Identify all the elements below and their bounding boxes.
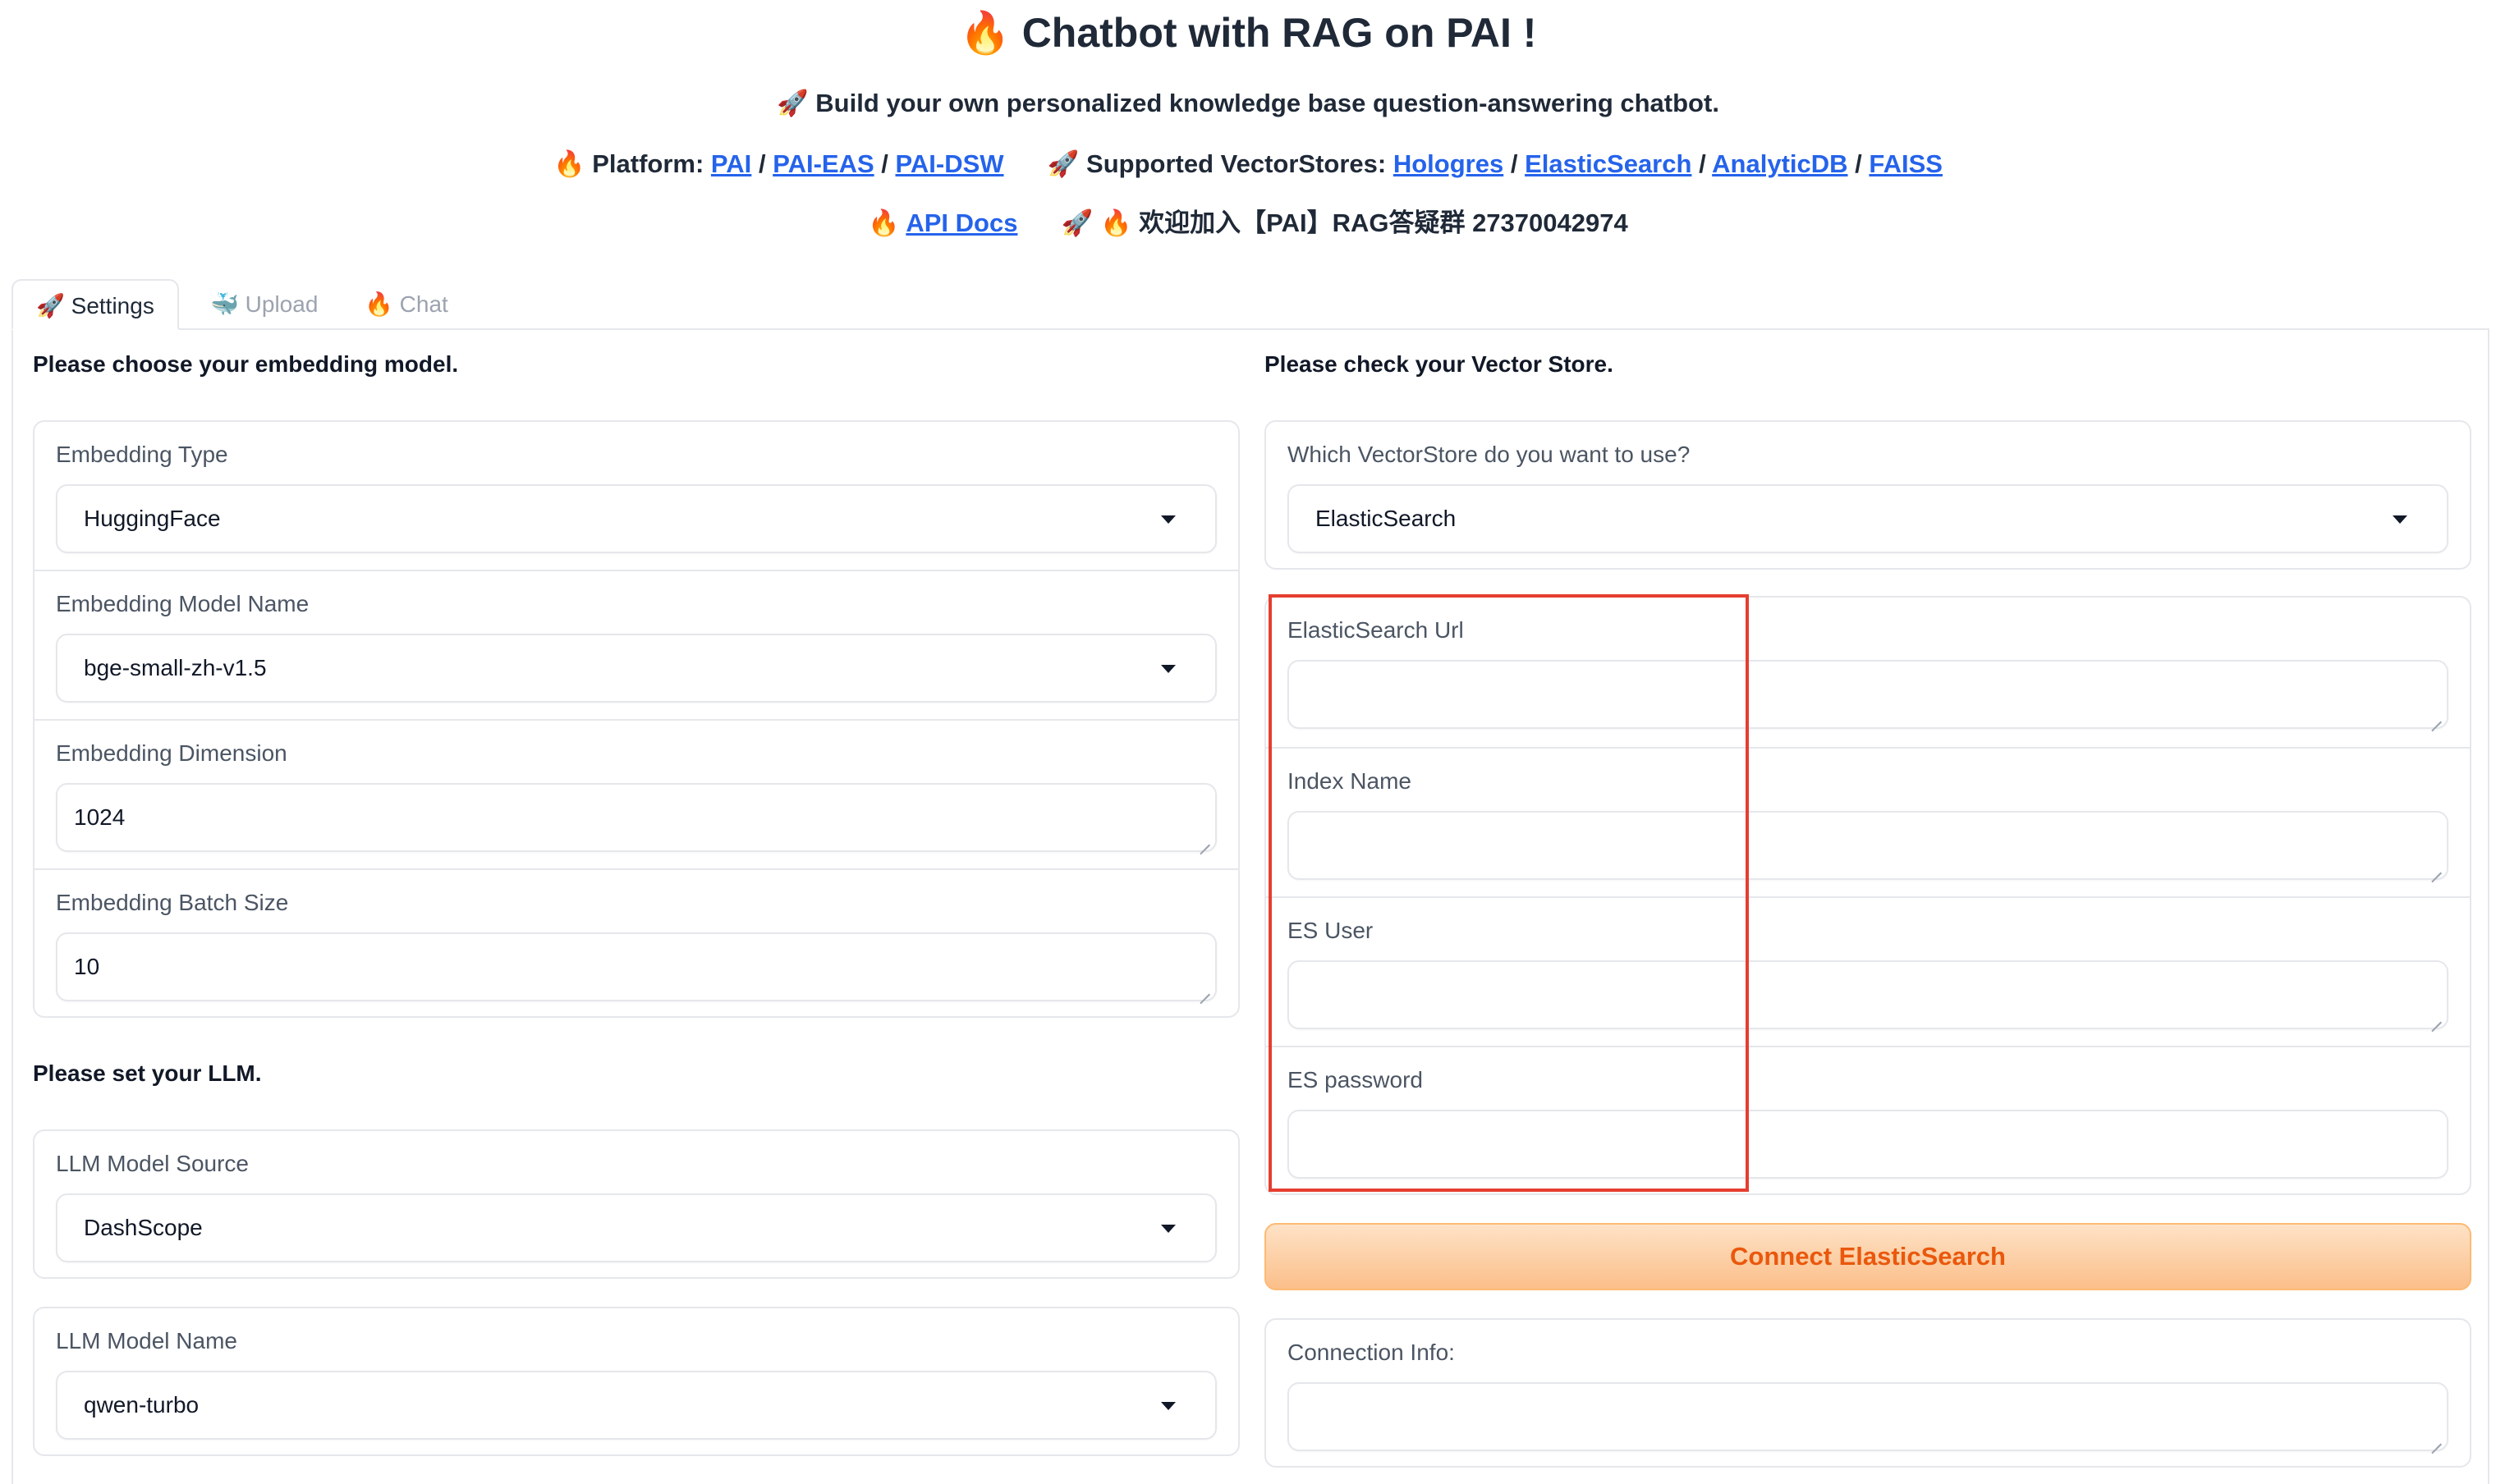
chevron-down-icon <box>2393 515 2407 524</box>
connection-info-output[interactable] <box>1287 1382 2448 1451</box>
embedding-model-select[interactable]: bge-small-zh-v1.5 <box>56 634 1217 703</box>
group-text: 欢迎加入【PAI】RAG答疑群 27370042974 <box>1139 208 1628 237</box>
es-user-label: ES User <box>1287 918 1374 943</box>
llm-name-card: LLM Model Name qwen-turbo <box>33 1307 1240 1456</box>
embedding-type-select[interactable]: HuggingFace <box>56 484 1217 553</box>
elasticsearch-card: ElasticSearch Url Index Name ES User ES … <box>1264 596 2471 1195</box>
llm-name-label: LLM Model Name <box>56 1328 237 1353</box>
tab-upload[interactable]: 🐳 Upload <box>187 279 341 330</box>
embedding-dim-block: Embedding Dimension 1024 <box>34 719 1238 868</box>
link-elasticsearch[interactable]: ElasticSearch <box>1525 149 1691 178</box>
tab-label: Settings <box>71 293 154 318</box>
embedding-dim-input[interactable]: 1024 <box>56 783 1217 852</box>
links-row-1: 🔥 Platform: PAI / PAI-EAS / PAI-DSW 🚀 Su… <box>0 146 2496 182</box>
separator: / <box>1510 149 1518 178</box>
separator: / <box>758 149 766 178</box>
page-title: 🔥 Chatbot with RAG on PAI ! <box>0 7 2496 59</box>
index-name-label: Index Name <box>1287 768 1411 794</box>
embedding-model-value: bge-small-zh-v1.5 <box>84 655 267 680</box>
es-url-block: ElasticSearch Url <box>1266 598 2470 747</box>
embedding-model-label: Embedding Model Name <box>56 591 310 616</box>
separator: / <box>1855 149 1862 178</box>
llm-name-value: qwen-turbo <box>84 1392 200 1418</box>
link-analyticdb[interactable]: AnalyticDB <box>1712 149 1847 178</box>
tab-chat[interactable]: 🔥 Chat <box>342 279 471 330</box>
link-pai-eas[interactable]: PAI-EAS <box>773 149 874 178</box>
embedding-dim-value: 1024 <box>74 804 126 830</box>
llm-name-select[interactable]: qwen-turbo <box>56 1371 1217 1440</box>
resize-handle-icon[interactable] <box>2430 711 2442 722</box>
llm-heading: Please set your LLM. <box>33 1060 262 1086</box>
resize-handle-icon[interactable] <box>2430 1433 2442 1445</box>
fire-icon: 🔥 <box>1099 208 1132 238</box>
chevron-down-icon <box>1161 665 1176 673</box>
embedding-dim-label: Embedding Dimension <box>56 740 287 766</box>
connection-info-label: Connection Info: <box>1287 1340 1455 1365</box>
vectorstore-value: ElasticSearch <box>1315 506 1457 531</box>
es-password-label: ES password <box>1287 1067 1423 1092</box>
resize-handle-icon[interactable] <box>2430 862 2442 873</box>
subtitle-text: Build your own personalized knowledge ba… <box>815 89 1719 117</box>
tab-settings[interactable]: 🚀 Settings <box>11 279 179 330</box>
embedding-model-block: Embedding Model Name bge-small-zh-v1.5 <box>34 570 1238 719</box>
embedding-type-value: HuggingFace <box>84 506 221 531</box>
rocket-icon: 🚀 <box>1047 149 1080 179</box>
es-password-input[interactable] <box>1287 1110 2448 1179</box>
resize-handle-icon[interactable] <box>2430 1011 2442 1023</box>
fire-icon: 🔥 <box>868 208 900 238</box>
title-text: Chatbot with RAG on PAI ! <box>1021 10 1537 56</box>
llm-source-card: LLM Model Source DashScope <box>33 1129 1240 1279</box>
es-url-input[interactable] <box>1287 660 2448 729</box>
tab-bar: 🚀 Settings 🐳 Upload 🔥 Chat <box>11 279 2489 330</box>
es-url-label: ElasticSearch Url <box>1287 617 1464 643</box>
resize-handle-icon[interactable] <box>1199 983 1210 995</box>
vectorstore-heading: Please check your Vector Store. <box>1264 351 1613 377</box>
vectorstore-label: Which VectorStore do you want to use? <box>1287 442 1691 467</box>
link-api-docs[interactable]: API Docs <box>906 208 1017 237</box>
embedding-batch-label: Embedding Batch Size <box>56 890 289 915</box>
fire-icon: 🔥 <box>553 149 585 179</box>
embedding-card: Embedding Type HuggingFace Embedding Mod… <box>33 420 1240 1018</box>
llm-source-label: LLM Model Source <box>56 1151 250 1176</box>
whale-icon: 🐳 <box>210 291 239 318</box>
platform-label: Platform: <box>592 149 704 178</box>
rocket-icon: 🚀 <box>36 292 65 319</box>
embedding-batch-input[interactable]: 10 <box>56 932 1217 1001</box>
embedding-heading: Please choose your embedding model. <box>33 351 459 377</box>
chevron-down-icon <box>1161 515 1176 524</box>
index-name-block: Index Name <box>1266 747 2470 896</box>
rocket-icon: 🚀 <box>777 89 809 118</box>
tab-label: Upload <box>245 291 319 317</box>
link-pai-dsw[interactable]: PAI-DSW <box>896 149 1004 178</box>
rocket-icon: 🚀 <box>1061 208 1094 238</box>
es-user-input[interactable] <box>1287 960 2448 1029</box>
embedding-type-label: Embedding Type <box>56 442 228 467</box>
connection-info-card: Connection Info: <box>1264 1318 2471 1468</box>
fire-icon: 🔥 <box>365 291 393 318</box>
es-user-block: ES User <box>1266 896 2470 1046</box>
tab-label: Chat <box>399 291 448 317</box>
vectorstore-select[interactable]: ElasticSearch <box>1287 484 2448 553</box>
connect-elasticsearch-button[interactable]: Connect ElasticSearch <box>1264 1223 2471 1290</box>
vectorstores-label: Supported VectorStores: <box>1086 149 1387 178</box>
link-faiss[interactable]: FAISS <box>1869 149 1943 178</box>
embedding-batch-block: Embedding Batch Size 10 <box>34 868 1238 1018</box>
embedding-batch-value: 10 <box>74 954 100 979</box>
resize-handle-icon[interactable] <box>1199 834 1210 845</box>
es-password-block: ES password <box>1266 1046 2470 1195</box>
fire-icon: 🔥 <box>959 9 1011 57</box>
index-name-input[interactable] <box>1287 811 2448 880</box>
chevron-down-icon <box>1161 1402 1176 1410</box>
llm-source-select[interactable]: DashScope <box>56 1193 1217 1262</box>
page-subtitle: 🚀 Build your own personalized knowledge … <box>0 85 2496 121</box>
llm-source-value: DashScope <box>84 1215 203 1240</box>
separator: / <box>1699 149 1706 178</box>
vectorstore-card: Which VectorStore do you want to use? El… <box>1264 420 2471 570</box>
chevron-down-icon <box>1161 1225 1176 1233</box>
link-pai[interactable]: PAI <box>711 149 751 178</box>
link-hologres[interactable]: Hologres <box>1393 149 1503 178</box>
links-row-2: 🔥 API Docs 🚀 🔥 欢迎加入【PAI】RAG答疑群 273700429… <box>0 205 2496 241</box>
embedding-type-block: Embedding Type HuggingFace <box>34 422 1238 570</box>
separator: / <box>881 149 888 178</box>
